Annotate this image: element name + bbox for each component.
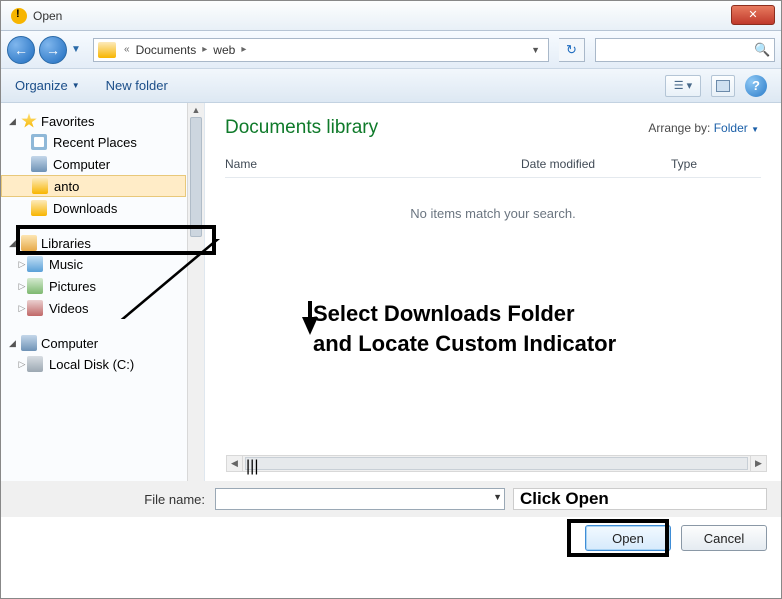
libraries-label: Libraries	[41, 236, 91, 251]
breadcrumb-documents[interactable]: Documents	[132, 43, 201, 57]
sidebar-item-computer-fav[interactable]: Computer	[1, 153, 186, 175]
expand-icon[interactable]: ▷	[17, 303, 27, 314]
sidebar-item-music[interactable]: ▷ Music	[1, 253, 186, 275]
sidebar-item-videos[interactable]: ▷ Videos	[1, 297, 186, 319]
empty-message: No items match your search.	[225, 178, 761, 249]
folder-icon	[98, 42, 116, 58]
recent-icon	[31, 134, 47, 150]
help-button[interactable]: ?	[745, 75, 767, 97]
nav-bar: ← → ▼ « Documents ▸ web ▸ ▼ ↻ 🔍	[1, 31, 781, 69]
chevron-right-icon[interactable]: ▸	[200, 44, 209, 55]
sidebar-item-anto[interactable]: anto	[1, 175, 186, 197]
chevron-down-icon: ▼	[751, 125, 759, 134]
collapse-icon: ◢	[9, 338, 21, 349]
folder-icon	[32, 178, 48, 194]
expand-icon[interactable]: ▷	[17, 259, 27, 270]
computer-group[interactable]: ◢ Computer	[1, 333, 186, 353]
column-headers[interactable]: Name Date modified Type	[225, 157, 761, 178]
address-dropdown-icon[interactable]: ▼	[527, 45, 544, 55]
refresh-button[interactable]: ↻	[559, 38, 585, 62]
computer-label: Computer	[41, 336, 98, 351]
favorites-group[interactable]: ◢ Favorites	[1, 111, 186, 131]
downloads-icon	[31, 200, 47, 216]
videos-icon	[27, 300, 43, 316]
new-folder-button[interactable]: New folder	[106, 78, 168, 93]
open-button[interactable]: Open	[585, 525, 671, 551]
dialog-buttons: Open Cancel	[585, 525, 767, 551]
organize-label: Organize	[15, 78, 68, 93]
scroll-up-icon[interactable]: ▲	[188, 103, 204, 117]
scroll-left-icon[interactable]: ◀	[227, 456, 243, 471]
close-button[interactable]: ✕	[731, 5, 775, 25]
chevron-down-icon[interactable]: ▼	[493, 492, 502, 502]
computer-icon	[31, 156, 47, 172]
annotation-click-open: Click Open	[513, 488, 767, 510]
chevron-down-icon: ▼	[72, 81, 80, 90]
computer-icon	[21, 335, 37, 351]
navigation-pane: ◢ Favorites Recent Places Computer anto …	[1, 103, 205, 497]
music-icon	[27, 256, 43, 272]
annotation-instruction: Select Downloads Folder and Locate Custo…	[313, 299, 616, 358]
favorites-label: Favorites	[41, 114, 94, 129]
back-button[interactable]: ←	[7, 36, 35, 64]
chevron-right-icon[interactable]: ▸	[239, 44, 248, 55]
title-bar: Open ✕	[1, 1, 781, 31]
cancel-button[interactable]: Cancel	[681, 525, 767, 551]
sidebar-item-downloads[interactable]: Downloads	[1, 197, 186, 219]
sidebar-item-recent-places[interactable]: Recent Places	[1, 131, 186, 153]
col-date[interactable]: Date modified	[521, 157, 671, 171]
history-dropdown-icon[interactable]: ▼	[71, 44, 83, 55]
disk-icon	[27, 356, 43, 372]
sidebar-scrollbar[interactable]: ▲ ▼	[187, 103, 204, 497]
address-bar[interactable]: « Documents ▸ web ▸ ▼	[93, 38, 549, 62]
col-name[interactable]: Name	[225, 157, 521, 171]
filename-row: File name: ▼ Click Open	[1, 481, 781, 517]
scroll-thumb[interactable]	[190, 117, 202, 237]
collapse-icon: ◢	[9, 238, 21, 249]
scroll-right-icon[interactable]: ▶	[750, 456, 766, 471]
view-options-button[interactable]: ☰ ▾	[665, 75, 701, 97]
search-icon: 🔍	[754, 42, 768, 56]
libraries-icon	[21, 235, 37, 251]
search-input[interactable]: 🔍	[595, 38, 775, 62]
new-folder-label: New folder	[106, 78, 168, 93]
filename-input[interactable]: ▼	[215, 488, 505, 510]
organize-menu[interactable]: Organize ▼	[15, 78, 80, 93]
arrange-by: Arrange by: Folder ▼	[648, 121, 759, 135]
pictures-icon	[27, 278, 43, 294]
expand-icon[interactable]: ▷	[17, 359, 27, 370]
content-h-scrollbar[interactable]: ◀ ||| ▶	[226, 455, 767, 472]
expand-icon[interactable]: ▷	[17, 281, 27, 292]
star-icon	[21, 113, 37, 129]
scroll-thumb[interactable]: |||	[245, 457, 748, 470]
command-bar: Organize ▼ New folder ☰ ▾ ?	[1, 69, 781, 103]
breadcrumb-web[interactable]: web	[209, 43, 239, 57]
sidebar-item-local-disk[interactable]: ▷ Local Disk (C:)	[1, 353, 186, 375]
libraries-group[interactable]: ◢ Libraries	[1, 233, 186, 253]
arrange-label: Arrange by:	[648, 121, 710, 135]
arrange-value[interactable]: Folder ▼	[714, 121, 759, 135]
breadcrumb-prefix: «	[122, 44, 132, 55]
collapse-icon: ◢	[9, 116, 21, 127]
app-icon	[11, 8, 27, 24]
forward-button[interactable]: →	[39, 36, 67, 64]
preview-pane-button[interactable]	[711, 75, 735, 97]
col-type[interactable]: Type	[671, 157, 761, 171]
filename-label: File name:	[15, 492, 215, 507]
window-title: Open	[33, 9, 62, 23]
